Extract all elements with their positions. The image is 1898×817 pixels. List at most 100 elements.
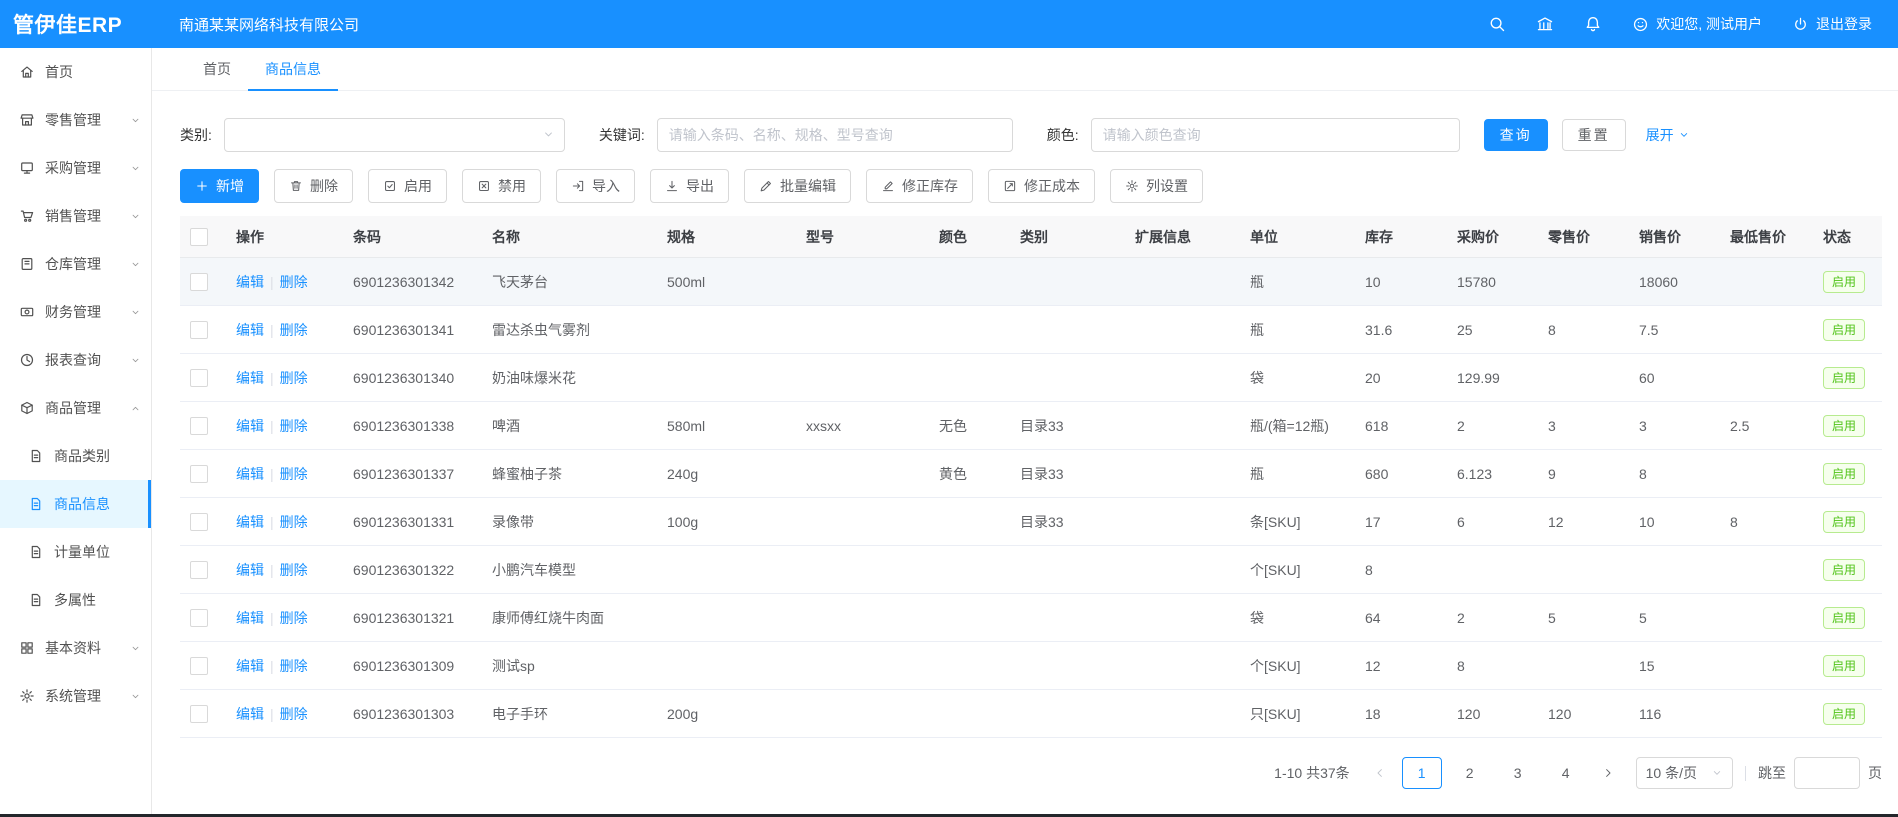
page-size-select[interactable]: 10 条/页 xyxy=(1636,757,1733,789)
row-checkbox[interactable] xyxy=(190,513,208,531)
sidebar-item-retail[interactable]: 零售管理 xyxy=(0,96,151,144)
page-unit-label: 页 xyxy=(1868,763,1882,783)
prev-page-button[interactable] xyxy=(1366,758,1394,788)
delete-link[interactable]: 删除 xyxy=(280,562,308,578)
sidebar-item-warehouse[interactable]: 仓库管理 xyxy=(0,240,151,288)
row-checkbox[interactable] xyxy=(190,417,208,435)
bell-icon[interactable] xyxy=(1584,15,1602,33)
add-button[interactable]: 新增 xyxy=(180,169,259,203)
page-button-3[interactable]: 3 xyxy=(1498,757,1538,789)
delete-link[interactable]: 删除 xyxy=(280,418,308,434)
edit-link[interactable]: 编辑 xyxy=(236,610,264,626)
row-checkbox[interactable] xyxy=(190,321,208,339)
select-all-checkbox[interactable] xyxy=(190,228,208,246)
sidebar-item-label: 财务管理 xyxy=(45,302,130,322)
fix-stock-button[interactable]: 修正库存 xyxy=(866,169,973,203)
column-header-min_price: 最低售价 xyxy=(1720,216,1813,258)
next-page-button[interactable] xyxy=(1594,758,1622,788)
column-settings-button[interactable]: 列设置 xyxy=(1110,169,1203,203)
edit-link[interactable]: 编辑 xyxy=(236,514,264,530)
sidebar-item-report[interactable]: 报表查询 xyxy=(0,336,151,384)
delete-link[interactable]: 删除 xyxy=(280,370,308,386)
table-row[interactable]: 编辑|删除6901236301331录像带100g目录33条[SKU]17612… xyxy=(180,498,1882,546)
sidebar-item-multi-attribute[interactable]: 多属性 xyxy=(0,576,151,624)
edit-link[interactable]: 编辑 xyxy=(236,322,264,338)
delete-link[interactable]: 删除 xyxy=(280,706,308,722)
table-row[interactable]: 编辑|删除6901236301337蜂蜜柚子茶240g黄色目录33瓶6806.1… xyxy=(180,450,1882,498)
row-checkbox[interactable] xyxy=(190,705,208,723)
user-welcome[interactable]: 欢迎您, 测试用户 xyxy=(1632,14,1762,34)
expand-link[interactable]: 展开 xyxy=(1646,125,1690,145)
sidebar-item-measure-unit[interactable]: 计量单位 xyxy=(0,528,151,576)
sidebar-item-basic-data[interactable]: 基本资料 xyxy=(0,624,151,672)
delete-link[interactable]: 删除 xyxy=(280,274,308,290)
cell-sale_price: 7.5 xyxy=(1629,306,1720,354)
cell-sale_price: 116 xyxy=(1629,690,1720,738)
delete-button[interactable]: 删除 xyxy=(274,169,353,203)
delete-link[interactable]: 删除 xyxy=(280,322,308,338)
cell-status: 启用 xyxy=(1813,306,1882,354)
purchase-icon xyxy=(19,160,35,176)
import-button[interactable]: 导入 xyxy=(556,169,635,203)
bank-icon[interactable] xyxy=(1536,15,1554,33)
table-row[interactable]: 编辑|删除6901236301322小鹏汽车模型个[SKU]8启用 xyxy=(180,546,1882,594)
fix-cost-button[interactable]: 修正成本 xyxy=(988,169,1095,203)
page-button-1[interactable]: 1 xyxy=(1402,757,1442,789)
table-row[interactable]: 编辑|删除6901236301342飞天茅台500ml瓶101578018060… xyxy=(180,258,1882,306)
cell-name: 小鹏汽车模型 xyxy=(482,546,657,594)
delete-link[interactable]: 删除 xyxy=(280,658,308,674)
row-checkbox[interactable] xyxy=(190,273,208,291)
sidebar-item-finance[interactable]: 财务管理 xyxy=(0,288,151,336)
keyword-input[interactable] xyxy=(657,118,1013,152)
disable-button[interactable]: 禁用 xyxy=(462,169,541,203)
sidebar-item-product-category[interactable]: 商品类别 xyxy=(0,432,151,480)
row-checkbox[interactable] xyxy=(190,609,208,627)
delete-link[interactable]: 删除 xyxy=(280,514,308,530)
edit-link[interactable]: 编辑 xyxy=(236,274,264,290)
search-icon[interactable] xyxy=(1488,15,1506,33)
search-button[interactable]: 查询 xyxy=(1484,119,1548,151)
chevron-down-icon xyxy=(1678,129,1690,141)
color-input[interactable] xyxy=(1091,118,1460,152)
sidebar-item-product-info[interactable]: 商品信息 xyxy=(0,480,151,528)
row-checkbox[interactable] xyxy=(190,657,208,675)
table-row[interactable]: 编辑|删除6901236301340奶油味爆米花袋20129.9960启用 xyxy=(180,354,1882,402)
row-checkbox[interactable] xyxy=(190,369,208,387)
sidebar-item-purchase[interactable]: 采购管理 xyxy=(0,144,151,192)
table-row[interactable]: 编辑|删除6901236301341雷达杀虫气雾剂瓶31.62587.5启用 xyxy=(180,306,1882,354)
sidebar-item-home[interactable]: 首页 xyxy=(0,48,151,96)
delete-link[interactable]: 删除 xyxy=(280,466,308,482)
edit-link[interactable]: 编辑 xyxy=(236,466,264,482)
page-button-2[interactable]: 2 xyxy=(1450,757,1490,789)
sidebar-item-product[interactable]: 商品管理 xyxy=(0,384,151,432)
cell-barcode: 6901236301341 xyxy=(343,306,482,354)
jump-page-input[interactable] xyxy=(1794,757,1860,789)
batch-edit-button[interactable]: 批量编辑 xyxy=(744,169,851,203)
logout-text: 退出登录 xyxy=(1816,14,1872,34)
edit-link[interactable]: 编辑 xyxy=(236,706,264,722)
table-row[interactable]: 编辑|删除6901236301303电子手环200g只[SKU]18120120… xyxy=(180,690,1882,738)
edit-link[interactable]: 编辑 xyxy=(236,370,264,386)
cell-model xyxy=(796,642,929,690)
page-button-4[interactable]: 4 xyxy=(1546,757,1586,789)
edit-link[interactable]: 编辑 xyxy=(236,418,264,434)
row-checkbox[interactable] xyxy=(190,561,208,579)
edit-link[interactable]: 编辑 xyxy=(236,562,264,578)
table-row[interactable]: 编辑|删除6901236301309测试sp个[SKU]12815启用 xyxy=(180,642,1882,690)
tab-product-info[interactable]: 商品信息 xyxy=(248,48,338,90)
table-row[interactable]: 编辑|删除6901236301321康师傅红烧牛肉面袋64255启用 xyxy=(180,594,1882,642)
row-checkbox[interactable] xyxy=(190,465,208,483)
logout-button[interactable]: 退出登录 xyxy=(1792,14,1872,34)
reset-button[interactable]: 重置 xyxy=(1562,119,1626,151)
app-logo: 管伊佳ERP xyxy=(0,9,164,39)
table-row[interactable]: 编辑|删除6901236301338啤酒580mlxxsxx无色目录33瓶/(箱… xyxy=(180,402,1882,450)
enable-button[interactable]: 启用 xyxy=(368,169,447,203)
cell-op: 编辑|删除 xyxy=(226,402,343,450)
tab-home[interactable]: 首页 xyxy=(186,48,248,90)
category-select[interactable] xyxy=(224,118,565,152)
delete-link[interactable]: 删除 xyxy=(280,610,308,626)
export-button[interactable]: 导出 xyxy=(650,169,729,203)
sidebar-item-system[interactable]: 系统管理 xyxy=(0,672,151,720)
edit-link[interactable]: 编辑 xyxy=(236,658,264,674)
sidebar-item-sales[interactable]: 销售管理 xyxy=(0,192,151,240)
